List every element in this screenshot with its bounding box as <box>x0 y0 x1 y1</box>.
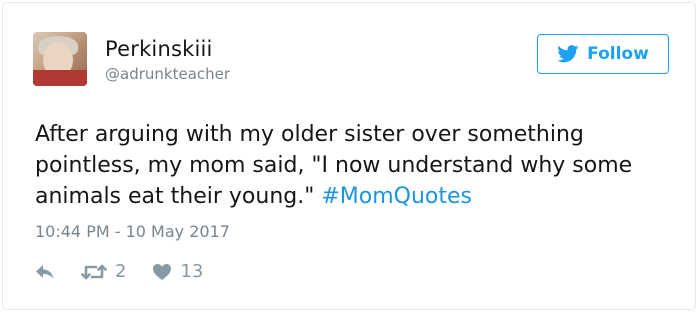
heart-icon <box>153 263 172 280</box>
tweet-text: After arguing with my older sister over … <box>35 119 675 212</box>
retweet-button[interactable]: 2 <box>81 261 126 282</box>
retweet-count: 2 <box>115 261 127 282</box>
display-name[interactable]: Perkinskiii <box>105 37 213 61</box>
avatar-shirt <box>33 70 87 86</box>
twitter-bird-icon <box>557 45 579 63</box>
user-handle[interactable]: @adrunkteacher <box>105 65 230 83</box>
tweet-card: Perkinskiii @adrunkteacher Follow After … <box>2 2 696 310</box>
follow-button[interactable]: Follow <box>537 34 669 74</box>
tweet-timestamp[interactable]: 10:44 PM - 10 May 2017 <box>35 222 230 241</box>
hashtag-link[interactable]: #MomQuotes <box>321 184 472 209</box>
follow-label: Follow <box>587 44 649 64</box>
reply-button[interactable] <box>35 264 55 280</box>
reply-icon <box>36 264 54 278</box>
like-button[interactable]: 13 <box>152 261 203 282</box>
like-count: 13 <box>180 261 204 282</box>
retweet-icon <box>81 264 107 279</box>
avatar[interactable] <box>33 32 87 86</box>
tweet-actions: 2 13 <box>35 261 203 282</box>
